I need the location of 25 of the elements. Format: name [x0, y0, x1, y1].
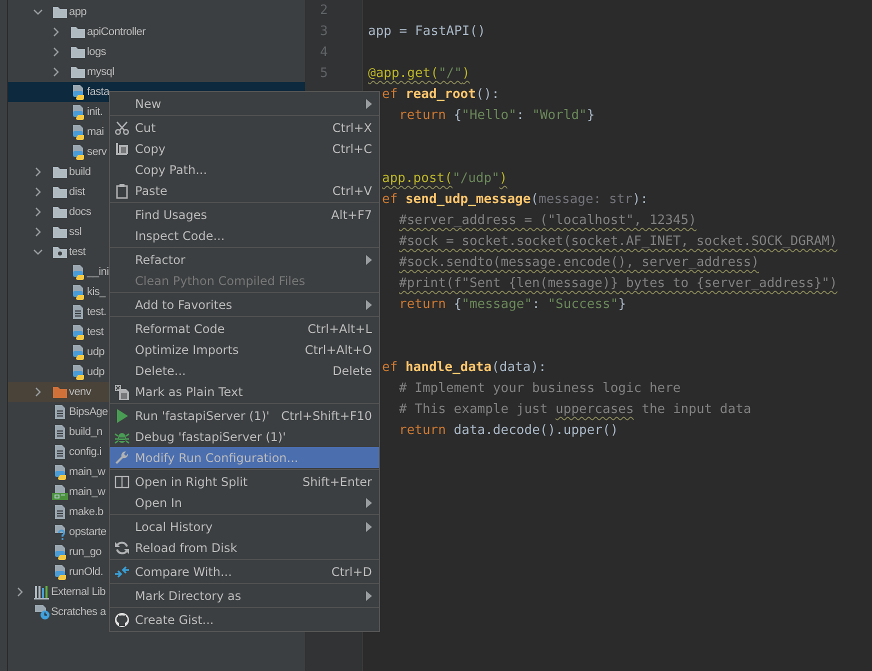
code-line: app = FastAPI() — [368, 24, 486, 39]
code-line: return {"Hello": "World"} — [399, 108, 595, 123]
code-line: #server_address = ("localhost", 12345) — [399, 213, 696, 228]
code-line: ef send_udp_message(message: str): — [382, 192, 648, 207]
shortcut-label: Ctrl+Alt+L — [308, 322, 372, 336]
code-line: #sock.sendto(message.encode(), server_address) — [399, 255, 760, 270]
shortcut-label: Alt+F7 — [331, 208, 372, 222]
code-line: ef handle_data(data): — [382, 360, 546, 375]
shortcut-label: Delete — [332, 364, 372, 378]
shortcut-label: Ctrl+V — [332, 184, 372, 198]
shortcut-label: Shift+Enter — [302, 474, 372, 488]
code-line: # Implement your business logic here — [399, 381, 681, 396]
shortcut-label: Ctrl+D — [331, 564, 372, 578]
shortcut-label: Ctrl+Alt+O — [304, 342, 372, 356]
code-line: #sock = socket.socket(socket.AF_INET, socket.SOCK_DGRAM) — [399, 234, 838, 249]
shortcut-label: Ctrl+X — [332, 120, 372, 134]
code-line: app.post("/udp") — [382, 171, 508, 186]
code-line: ef read_root(): — [382, 87, 500, 102]
shortcut-label: Ctrl+Shift+F10 — [281, 408, 372, 422]
code-line: return {"message": "Success"} — [399, 297, 626, 312]
code-line: # This example just uppercases the input data — [399, 402, 752, 417]
shortcut-label: Ctrl+C — [332, 142, 372, 156]
code-line: #print(f"Sent {len(message)} bytes to {server_address}") — [399, 276, 838, 291]
code-line: return data.decode().upper() — [399, 423, 618, 438]
code-line: @app.get("/") — [368, 66, 470, 81]
